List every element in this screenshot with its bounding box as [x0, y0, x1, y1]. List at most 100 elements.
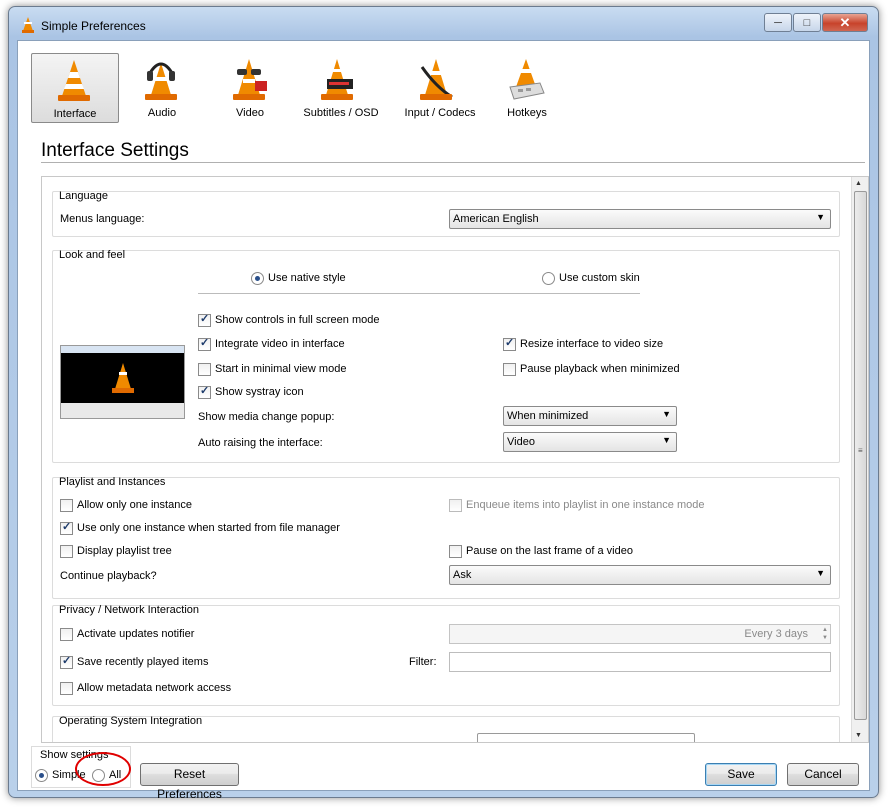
fullscreen-controls-checkbox[interactable] [198, 312, 211, 327]
os-integration-button[interactable] [477, 733, 695, 742]
keyboard-cone-icon [509, 59, 545, 100]
pause-last-frame-label: Pause on the last frame of a video [466, 545, 633, 557]
category-label: Audio [147, 107, 177, 119]
cancel-button[interactable]: Cancel [787, 763, 859, 786]
custom-skin-radio[interactable] [542, 272, 555, 285]
filter-label: Filter: [409, 656, 437, 668]
integrate-video-checkbox[interactable] [198, 336, 211, 351]
select-value: American English [453, 213, 539, 225]
category-audio[interactable]: Audio [119, 53, 205, 121]
scroll-down-icon[interactable]: ▼ [855, 732, 862, 739]
continue-playback-label: Continue playback? [60, 570, 157, 582]
metadata-access-checkbox[interactable] [60, 682, 73, 695]
privacy-group: Privacy / Network Interaction Activate u… [52, 604, 840, 706]
privacy-group-title: Privacy / Network Interaction [59, 604, 199, 616]
maximize-icon: □ [803, 16, 811, 29]
category-interface[interactable]: Interface [31, 53, 119, 123]
fullscreen-controls-label: Show controls in full screen mode [215, 314, 380, 326]
vlc-cone-icon [112, 363, 134, 393]
metadata-access-label: Allow metadata network access [77, 682, 232, 694]
scroll-up-icon[interactable]: ▲ [855, 180, 862, 187]
category-label: Hotkeys [507, 107, 547, 119]
pause-last-frame-checkbox[interactable] [449, 545, 462, 558]
save-recent-checkbox[interactable] [60, 654, 73, 669]
minimal-view-label: Start in minimal view mode [215, 363, 347, 375]
save-recent-label: Save recently played items [77, 656, 209, 668]
pause-minimized-label: Pause playback when minimized [520, 363, 680, 375]
one-instance-checkbox[interactable] [60, 499, 73, 512]
file-manager-instance-checkbox[interactable] [60, 520, 73, 535]
systray-checkbox[interactable] [198, 384, 211, 399]
category-video[interactable]: Video [207, 53, 293, 121]
select-value: Ask [453, 569, 472, 581]
update-interval-spinbox[interactable]: Every 3 days ▲ ▼ [449, 624, 831, 644]
select-value: When minimized [507, 410, 589, 422]
resize-interface-checkbox[interactable] [503, 336, 516, 351]
pause-minimized-checkbox[interactable] [503, 363, 516, 376]
select-value: Video [507, 436, 535, 448]
language-group: Language Menus language: American Englis… [52, 190, 840, 237]
language-group-title: Language [59, 190, 108, 202]
file-manager-instance-label: Use only one instance when started from … [77, 522, 340, 534]
headphones-cone-icon [145, 62, 177, 100]
minimize-button[interactable]: ─ [764, 13, 792, 32]
category-subtitles[interactable]: Subtitles / OSD [295, 53, 387, 121]
filter-input[interactable] [449, 652, 831, 672]
updates-notifier-checkbox[interactable] [60, 628, 73, 641]
playlist-group: Playlist and Instances Allow only one in… [52, 476, 840, 599]
continue-playback-select[interactable]: Ask ▼ [449, 565, 831, 585]
popup-label: Show media change popup: [198, 411, 335, 423]
os-integration-group: Operating System Integration [52, 715, 840, 742]
annotation-circle [75, 752, 131, 786]
page-title: Interface Settings [41, 140, 189, 161]
os-group-title: Operating System Integration [59, 715, 203, 727]
preview-controls [61, 403, 184, 418]
preview-menubar [61, 346, 184, 353]
category-label: Interface [53, 108, 97, 120]
preferences-content: Interface Audio Video Subtitles / OSD In… [17, 40, 870, 801]
updates-notifier-label: Activate updates notifier [77, 628, 195, 640]
settings-scroll-area[interactable]: Language Menus language: American Englis… [41, 176, 869, 743]
playlist-group-title: Playlist and Instances [59, 476, 166, 488]
close-button[interactable]: ✕ [822, 13, 868, 32]
chevron-down-icon: ▼ [662, 409, 671, 419]
maximize-button[interactable]: □ [793, 13, 821, 32]
preferences-window: Simple Preferences ─ □ ✕ Interface Audio… [8, 6, 879, 801]
look-group-title: Look and feel [59, 249, 126, 261]
category-hotkeys[interactable]: Hotkeys [484, 53, 570, 121]
category-label: Video [236, 107, 264, 119]
title-bar: Simple Preferences ─ □ ✕ [9, 7, 878, 41]
resize-interface-label: Resize interface to video size [520, 338, 664, 350]
vlc-cone-icon [58, 60, 90, 101]
category-input-codecs[interactable]: Input / Codecs [394, 53, 486, 121]
raise-interface-select[interactable]: Video ▼ [503, 432, 677, 452]
playlist-tree-label: Display playlist tree [77, 545, 172, 557]
divider [41, 162, 865, 163]
menus-language-label: Menus language: [60, 213, 145, 225]
save-button[interactable]: Save [705, 763, 777, 786]
spinbox-value: Every 3 days [744, 628, 808, 640]
close-icon: ✕ [839, 14, 851, 30]
playlist-tree-checkbox[interactable] [60, 545, 73, 558]
reset-preferences-button[interactable]: Reset Preferences [140, 763, 239, 801]
one-instance-label: Allow only one instance [77, 499, 192, 511]
scrollbar-thumb[interactable]: ≡ [854, 191, 867, 720]
window-title: Simple Preferences [41, 19, 146, 33]
native-style-radio[interactable] [251, 272, 264, 285]
integrate-video-label: Integrate video in interface [215, 338, 345, 350]
enqueue-label: Enqueue items into playlist in one insta… [466, 499, 705, 511]
native-style-preview [60, 345, 185, 419]
minimal-view-checkbox[interactable] [198, 363, 211, 376]
menus-language-select[interactable]: American English ▼ [449, 209, 831, 229]
chevron-down-icon: ▼ [662, 435, 671, 445]
vertical-scrollbar[interactable]: ▲ ≡ ▼ [851, 177, 868, 742]
spin-arrows-icon: ▲ ▼ [822, 627, 828, 641]
raise-interface-label: Auto raising the interface: [198, 437, 323, 449]
cable-cone-icon [420, 59, 453, 100]
glasses-cone-icon [233, 59, 267, 100]
category-label: Subtitles / OSD [303, 107, 379, 119]
systray-label: Show systray icon [215, 386, 304, 398]
media-popup-select[interactable]: When minimized ▼ [503, 406, 677, 426]
simple-radio[interactable] [35, 769, 48, 782]
enqueue-checkbox[interactable] [449, 499, 462, 512]
